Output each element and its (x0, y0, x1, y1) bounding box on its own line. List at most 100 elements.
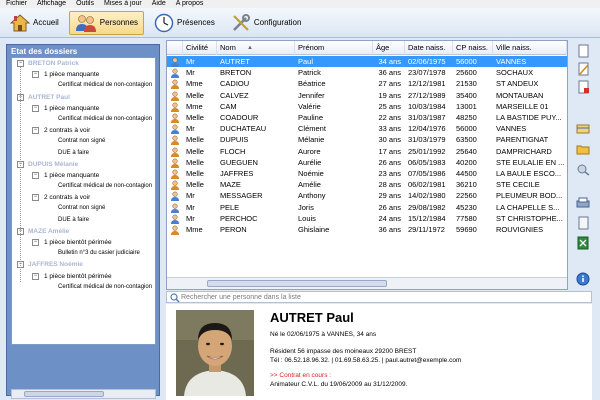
cell-civ: Mr (186, 57, 195, 66)
cell-date: 06/05/1983 (408, 157, 446, 167)
collapse-icon[interactable]: − (32, 239, 39, 246)
tree-issue-node[interactable]: −1 pièce manquante (12, 170, 155, 181)
table-row[interactable]: Mr BRETON Patrick 36 ans 23/07/1978 25600 SOCH… (167, 67, 567, 79)
table-row[interactable]: Melle MAZE Amélie 28 ans 06/02/1981 36210 STE … (167, 179, 567, 191)
table-row[interactable]: Mr PELE Joris 26 ans 29/08/1982 45230 LA CHAPE… (167, 202, 567, 213)
scrollbar-thumb[interactable] (24, 391, 104, 397)
column-nom[interactable]: Nom ▲ (217, 41, 295, 55)
toolbar-accueil-button[interactable]: Accueil (4, 11, 65, 35)
cell-prenom: Paul (298, 57, 314, 66)
table-row[interactable]: Mr AUTRET Paul 34 ans 02/06/1975 56000 VANNES (167, 56, 567, 68)
tree-detail-node[interactable]: DUE à faire (12, 148, 155, 159)
toolbar-presences-button[interactable]: Présences (148, 11, 221, 35)
menu-fichier[interactable]: Fichier (6, 0, 27, 8)
tree-detail-node[interactable]: Certificat médical de non-contagion (12, 114, 155, 125)
cell-prenom: Aurore (298, 146, 321, 156)
tree-issue-node[interactable]: −2 contrats à voir (12, 192, 155, 203)
cell-nom: DUCHATEAU (220, 124, 267, 134)
grid-header: Civilité Nom ▲ Prénom Âge Date naiss. CP… (167, 41, 567, 55)
table-row[interactable]: Melle FLOCH Aurore 17 ans 25/01/1992 25640 DAM… (167, 146, 567, 157)
excel-export-icon[interactable] (574, 236, 592, 250)
tree-detail-node[interactable]: Contrat non signé (12, 136, 155, 147)
toolbar-personnes-button[interactable]: Personnes (68, 10, 145, 35)
card-icon[interactable] (574, 122, 592, 136)
menu-affichage[interactable]: Affichage (37, 0, 66, 8)
document-icon[interactable] (574, 216, 592, 230)
tree-issue-node[interactable]: −1 pièce bientôt périmée (12, 237, 155, 248)
tree-issue-node[interactable]: −1 pièce bientôt périmée (12, 271, 155, 282)
people-search-icon[interactable] (574, 162, 592, 176)
toolbar-configuration-button[interactable]: Configuration (225, 11, 308, 35)
cell-ville: LA BAULE ESCO... (496, 169, 562, 178)
cell-ville: VANNES (496, 124, 527, 134)
cell-civ: Mme (186, 79, 203, 89)
cell-date: 02/06/1975 (408, 57, 446, 66)
tree-node-label: Bulletin n°3 du casier judiciaire (58, 250, 140, 257)
tree-issue-node[interactable]: −2 contrats à voir (12, 125, 155, 136)
dossier-tree[interactable]: − BRETON Patrick −1 pièce manquante Certifi… (11, 57, 156, 345)
table-row[interactable]: Melle DUPUIS Mélanie 30 ans 31/03/1979 63500 P… (167, 134, 567, 146)
column-cp-naissance[interactable]: CP naiss. (453, 41, 493, 55)
table-row[interactable]: Mr DUCHATEAU Clément 33 ans 12/04/1976 56000 V… (167, 123, 567, 135)
female-person-icon (171, 102, 179, 112)
column-civilite[interactable]: Civilité (183, 41, 217, 55)
collapse-icon[interactable]: − (32, 171, 39, 179)
column-date-naissance[interactable]: Date naiss. (405, 41, 453, 55)
menu-mises-a-jour[interactable]: Mises à jour (104, 0, 142, 8)
cell-ville: ST ANDEUX (496, 79, 539, 89)
table-row[interactable]: Mr PERCHOC Louis 24 ans 15/12/1984 77580 ST CH… (167, 213, 567, 224)
grid-horizontal-scrollbar[interactable] (167, 277, 567, 289)
cell-ville: PLEUMEUR BOD... (496, 191, 563, 201)
tree-detail-node[interactable]: Certificat médical de non-contagion (12, 181, 155, 192)
tools-icon (232, 13, 250, 31)
tree-dossier-node[interactable]: − MAZE Amélie (12, 226, 155, 237)
tree-detail-node[interactable]: Certificat médical de non-contagion (12, 80, 155, 91)
tree-dossier-node[interactable]: − BRETON Patrick (12, 58, 155, 69)
table-row[interactable]: Melle COADOUR Pauline 22 ans 31/03/1987 48250… (167, 112, 567, 123)
cell-nom: PELE (220, 202, 240, 212)
help-icon[interactable] (574, 272, 592, 286)
table-row[interactable]: Mme CADIOU Béatrice 27 ans 12/12/1981 21530 ST… (167, 78, 567, 90)
table-row[interactable]: Mme PERON Ghislaine 36 ans 29/11/1972 59690 RO… (167, 224, 567, 235)
collapse-icon[interactable]: − (32, 71, 39, 79)
person-search-input[interactable]: Rechercher une personne dans la liste (166, 291, 592, 303)
tree-issue-node[interactable]: −1 pièce manquante (12, 103, 155, 114)
tree-detail-node[interactable]: Bulletin n°3 du casier judiciaire (12, 248, 155, 259)
edit-icon[interactable] (574, 62, 592, 76)
tree-horizontal-scrollbar[interactable] (11, 389, 156, 399)
table-row[interactable]: Melle GUEGUEN Aurélie 26 ans 06/05/1983 40200… (167, 157, 567, 168)
folder-icon[interactable] (574, 142, 592, 156)
female-person-icon (171, 113, 179, 123)
tree-detail-node[interactable]: Certificat médical de non-contagion (12, 282, 155, 293)
column-ville-naissance[interactable]: Ville naiss. (493, 41, 567, 55)
column-age[interactable]: Âge (373, 41, 405, 55)
female-person-icon (171, 136, 179, 146)
tree-node-label: JAFFRES Noémie (28, 261, 83, 269)
tree-dossier-node[interactable]: − JAFFRES Noémie (12, 259, 155, 270)
print-icon[interactable] (574, 196, 592, 210)
cell-date: 29/11/1972 (408, 225, 445, 234)
cell-prenom: Aurélie (298, 157, 322, 167)
tree-detail-node[interactable]: Contrat non signé (12, 203, 155, 214)
collapse-icon[interactable]: − (32, 194, 39, 202)
table-row[interactable]: Melle JAFFRES Noémie 23 ans 07/05/1986 44500 L… (167, 168, 567, 179)
tree-dossier-node[interactable]: − AUTRET Paul (12, 92, 155, 103)
table-row[interactable]: Mme CAM Valérie 25 ans 10/03/1984 13001 MARSEI… (167, 101, 567, 112)
collapse-icon[interactable]: − (32, 127, 39, 135)
tree-detail-node[interactable]: DUE à faire (12, 215, 155, 226)
cell-prenom: Mélanie (298, 135, 325, 145)
menu-aide[interactable]: Aide (152, 0, 166, 8)
collapse-icon[interactable]: − (17, 60, 24, 67)
delete-document-icon[interactable] (574, 80, 592, 94)
new-document-icon[interactable] (574, 44, 592, 58)
scrollbar-thumb[interactable] (207, 280, 387, 287)
table-row[interactable]: Mr MESSAGER Anthony 29 ans 14/02/1980 22560 PL… (167, 190, 567, 202)
collapse-icon[interactable]: − (32, 104, 39, 112)
column-prenom[interactable]: Prénom (295, 41, 373, 55)
menu-outils[interactable]: Outils (76, 0, 94, 8)
collapse-icon[interactable]: − (32, 272, 39, 280)
tree-dossier-node[interactable]: − DUPUIS Mélanie (12, 159, 155, 170)
menu-a-propos[interactable]: A propos (176, 0, 204, 8)
tree-issue-node[interactable]: −1 pièce manquante (12, 69, 155, 80)
table-row[interactable]: Melle CALVEZ Jennifer 19 ans 27/12/1989 35400… (167, 90, 567, 101)
